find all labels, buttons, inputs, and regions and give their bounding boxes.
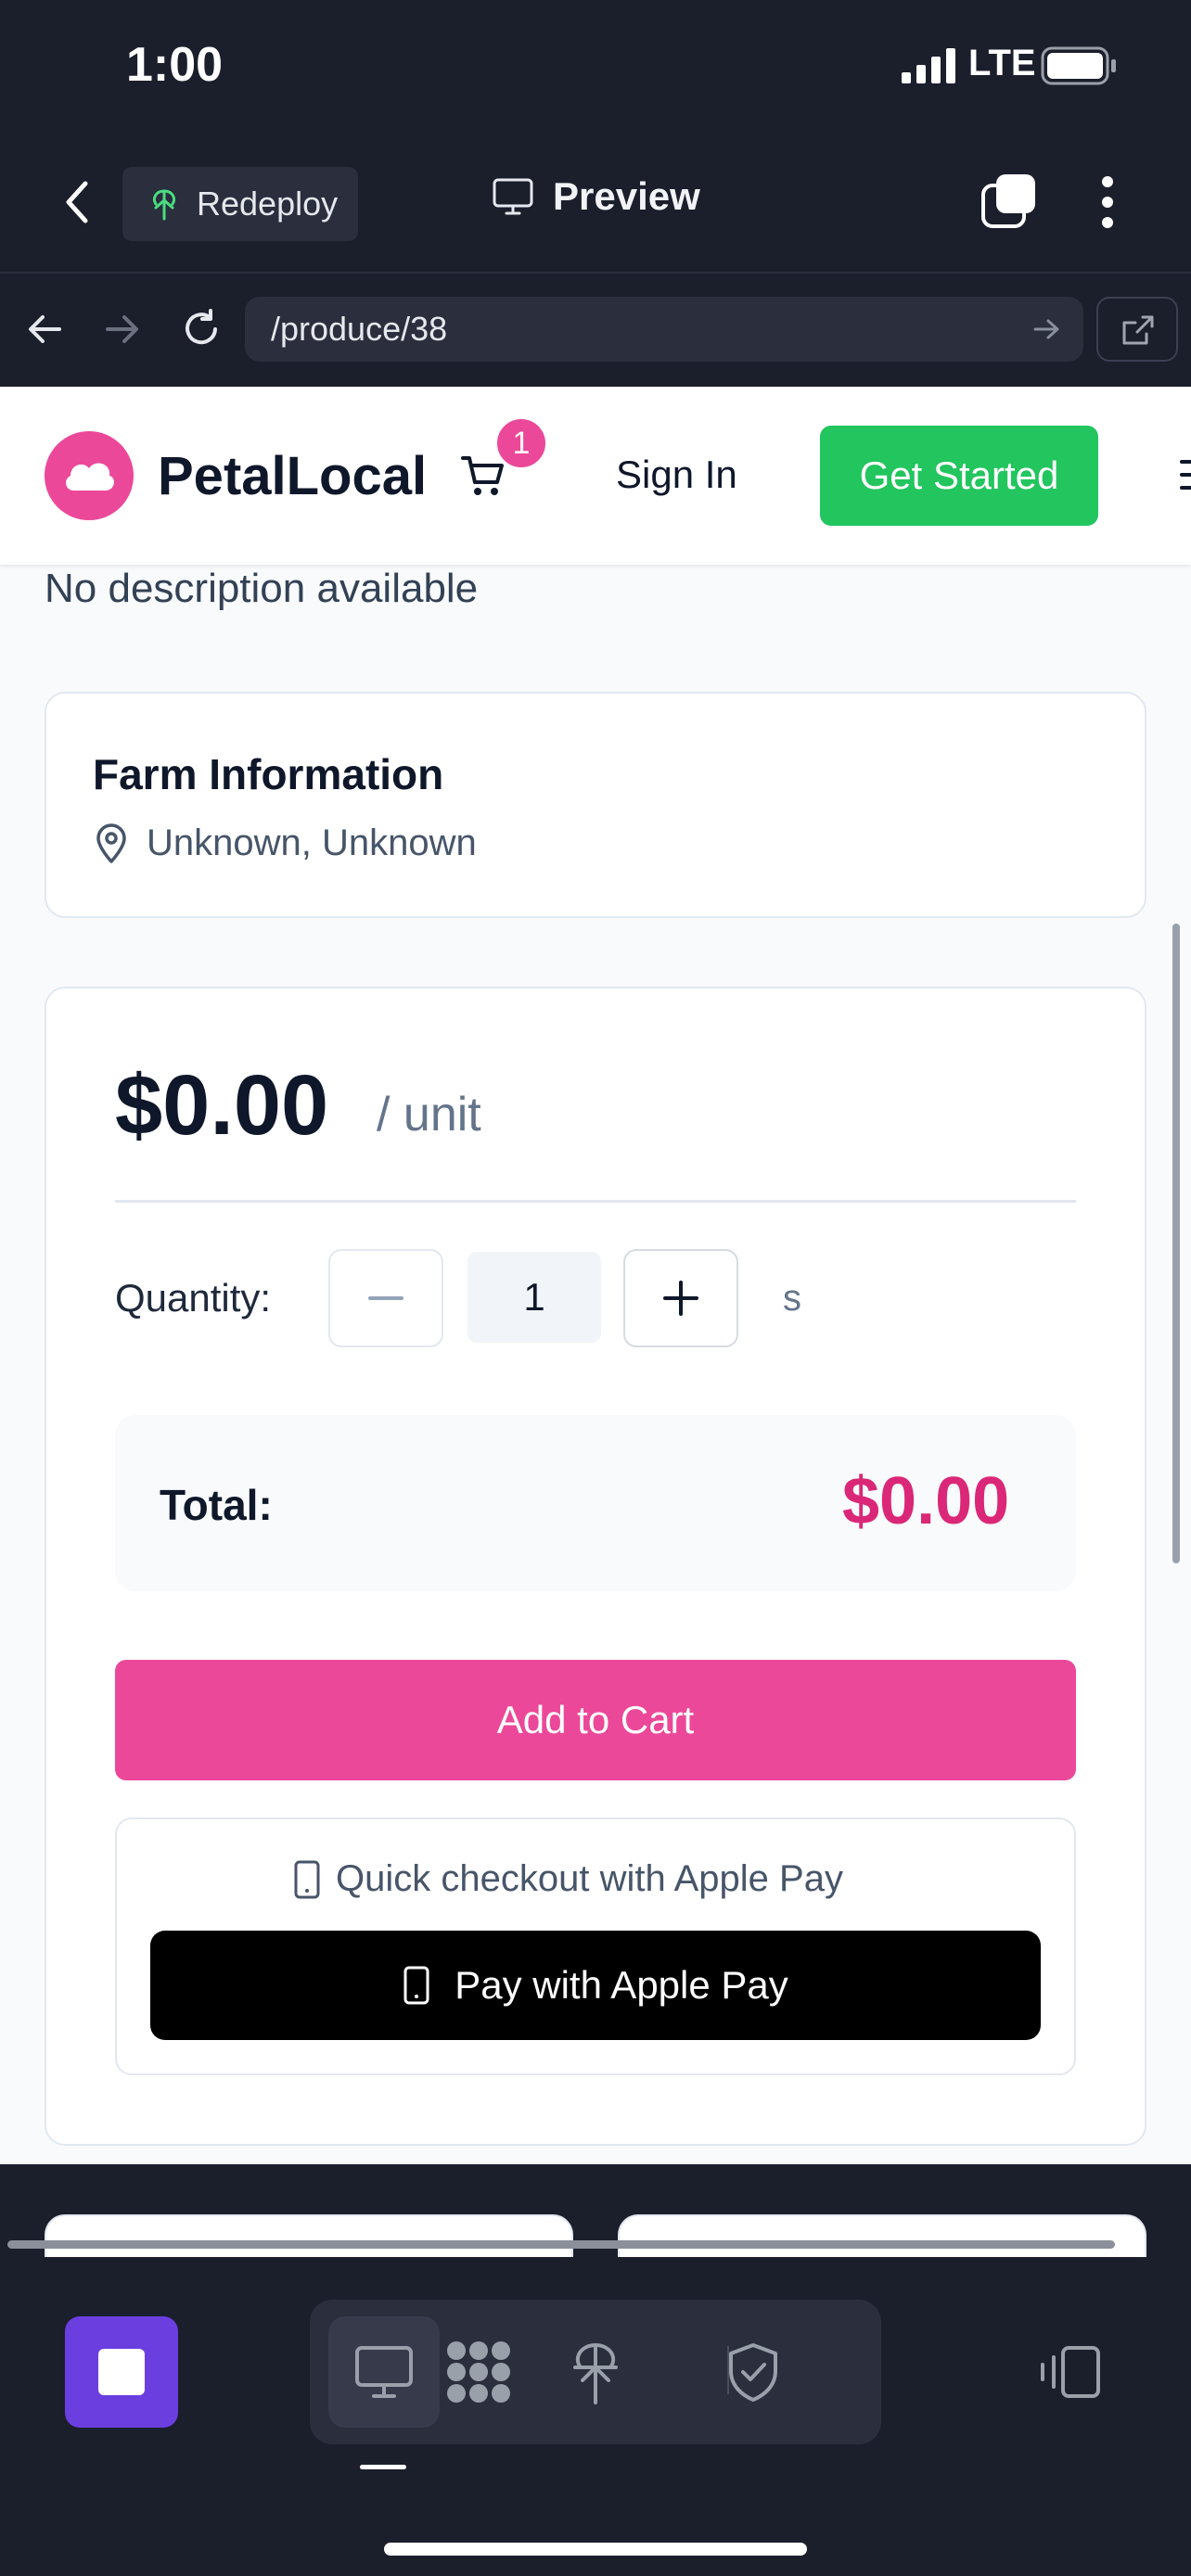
nav-forward-arrow-icon[interactable] bbox=[104, 312, 141, 347]
go-arrow-icon[interactable] bbox=[1033, 317, 1061, 341]
toolbar-separator bbox=[727, 2346, 729, 2394]
phone-icon bbox=[294, 1860, 320, 1898]
battery-icon bbox=[1041, 46, 1116, 85]
menu-icon[interactable] bbox=[1180, 458, 1191, 491]
quantity-decrease-button[interactable] bbox=[328, 1249, 443, 1347]
quantity-label: Quantity: bbox=[115, 1276, 272, 1320]
apple-pay-button[interactable]: Pay with Apple Pay bbox=[150, 1931, 1041, 2040]
nav-back-arrow-icon[interactable] bbox=[26, 312, 63, 347]
apps-grid-tool[interactable] bbox=[423, 2316, 534, 2428]
app-root: 1:00 LTE Redeploy Preview /produce/38 Pe… bbox=[0, 0, 1191, 2576]
more-vertical-icon[interactable] bbox=[1100, 174, 1115, 230]
product-description: No description available bbox=[45, 566, 479, 611]
redeploy-label: Redeploy bbox=[197, 185, 339, 223]
preview-tab[interactable]: Preview bbox=[492, 174, 700, 219]
quick-checkout-note: Quick checkout with Apple Pay bbox=[293, 1858, 843, 1900]
brand-logo[interactable] bbox=[45, 431, 134, 520]
plus-icon bbox=[663, 1281, 698, 1316]
deploy-icon bbox=[573, 2343, 618, 2404]
device-toggle-icon[interactable] bbox=[1035, 2344, 1102, 2400]
quick-checkout-text: Quick checkout with Apple Pay bbox=[336, 1858, 843, 1899]
sign-in-link[interactable]: Sign In bbox=[616, 453, 737, 497]
toolbar-group bbox=[310, 2300, 881, 2444]
apps-grid-icon bbox=[447, 2341, 510, 2403]
get-started-button[interactable]: Get Started bbox=[820, 426, 1098, 526]
url-field[interactable]: /produce/38 bbox=[245, 297, 1083, 362]
security-tool[interactable] bbox=[698, 2316, 809, 2428]
stop-button[interactable] bbox=[65, 2316, 178, 2428]
home-indicator[interactable] bbox=[384, 2543, 807, 2556]
quantity-unit-suffix: s bbox=[783, 1278, 801, 1319]
total-value: $0.00 bbox=[842, 1464, 1010, 1538]
unit-price: $0.00 bbox=[115, 1058, 329, 1153]
quantity-increase-button[interactable] bbox=[623, 1249, 738, 1347]
signal-icon bbox=[902, 48, 955, 83]
farm-location: Unknown, Unknown bbox=[93, 822, 477, 864]
phone-icon bbox=[403, 1966, 429, 2005]
apple-pay-label: Pay with Apple Pay bbox=[455, 1963, 788, 2007]
status-time: 1:00 bbox=[126, 38, 224, 92]
desktop-preview-icon bbox=[355, 2346, 413, 2398]
url-text: /produce/38 bbox=[271, 310, 448, 348]
back-chevron-icon[interactable] bbox=[61, 178, 93, 226]
reload-icon[interactable] bbox=[180, 308, 223, 351]
total-label: Total: bbox=[160, 1481, 273, 1529]
deploy-tree-icon bbox=[152, 189, 176, 221]
preview-label: Preview bbox=[553, 174, 700, 218]
farm-location-text: Unknown, Unknown bbox=[147, 822, 477, 863]
shield-check-icon bbox=[729, 2343, 777, 2402]
farm-info-title: Farm Information bbox=[93, 750, 444, 798]
external-link-icon bbox=[1122, 315, 1154, 345]
deploy-tool[interactable] bbox=[540, 2316, 651, 2428]
price-divider bbox=[115, 1200, 1076, 1203]
brand-name[interactable]: PetalLocal bbox=[158, 445, 427, 507]
active-tool-indicator bbox=[360, 2465, 406, 2469]
cloud-logo-icon bbox=[66, 463, 114, 491]
tabs-icon[interactable] bbox=[980, 172, 1039, 232]
network-label: LTE bbox=[968, 43, 1036, 83]
open-external-button[interactable] bbox=[1096, 297, 1178, 362]
redeploy-button[interactable]: Redeploy bbox=[122, 167, 358, 241]
cart-count-badge: 1 bbox=[493, 415, 549, 471]
horizontal-scrollbar[interactable] bbox=[7, 2240, 1115, 2249]
monitor-icon bbox=[493, 178, 533, 215]
map-pin-icon bbox=[96, 823, 126, 863]
minus-icon bbox=[368, 1296, 403, 1300]
add-to-cart-button[interactable]: Add to Cart bbox=[115, 1660, 1076, 1780]
vertical-scrollbar[interactable] bbox=[1172, 924, 1180, 1563]
price-unit: / unit bbox=[377, 1088, 481, 1141]
farm-info-card bbox=[45, 692, 1146, 918]
quantity-input[interactable]: 1 bbox=[467, 1252, 601, 1343]
stop-icon bbox=[98, 2349, 145, 2395]
